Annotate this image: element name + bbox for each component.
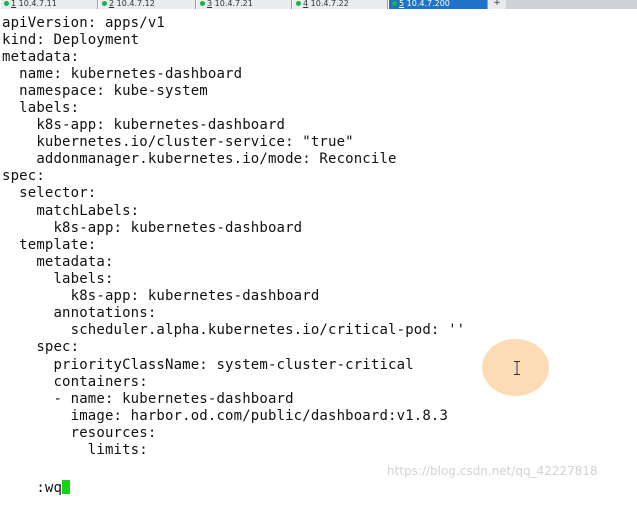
code-line: - name: kubernetes-dashboard (2, 391, 294, 407)
code-line: template: (2, 237, 97, 253)
status-dot-icon (392, 1, 397, 6)
vim-command-line[interactable]: :wq (2, 463, 71, 496)
watermark: https://blog.csdn.net/qq_42227818 (387, 464, 598, 478)
tab-session-4[interactable]: 4 10.4.7.22 (292, 0, 388, 9)
code-line: priorityClassName: system-cluster-critic… (2, 357, 414, 373)
code-line: labels: (2, 271, 114, 287)
code-line: k8s-app: kubernetes-dashboard (2, 117, 286, 133)
code-line: name: kubernetes-dashboard (2, 66, 243, 82)
tab-label: 10.4.7.22 (310, 0, 349, 8)
code-line: selector: (2, 185, 97, 201)
tab-label: 10.4.7.11 (18, 0, 57, 8)
code-line: addonmanager.kubernetes.io/mode: Reconci… (2, 151, 397, 167)
status-dot-icon (296, 1, 301, 6)
terminal-editor[interactable]: apiVersion: apps/v1 kind: Deployment met… (0, 9, 637, 496)
code-line: metadata: (2, 254, 114, 270)
code-line: spec: (2, 168, 45, 184)
tab-label: 10.4.7.12 (116, 0, 155, 8)
new-tab-button[interactable]: + (488, 0, 506, 9)
code-line: metadata: (2, 49, 80, 65)
code-line: k8s-app: kubernetes-dashboard (2, 288, 320, 304)
code-line: kind: Deployment (2, 32, 140, 48)
tab-session-2[interactable]: 2 10.4.7.12 (98, 0, 196, 9)
code-line: kubernetes.io/cluster-service: "true" (2, 134, 354, 150)
code-line: apiVersion: apps/v1 (2, 15, 165, 31)
code-line: namespace: kube-system (2, 83, 208, 99)
tab-session-5[interactable]: 5 10.4.7.200 (388, 0, 488, 9)
code-line: image: harbor.od.com/public/dashboard:v1… (2, 408, 449, 424)
tab-label: 10.4.7.200 (406, 0, 450, 8)
code-line: limits: (2, 442, 148, 458)
command-text: :wq (36, 480, 63, 496)
tab-session-3[interactable]: 3 10.4.7.21 (196, 0, 292, 9)
code-line: matchLabels: (2, 203, 140, 219)
tab-session-1[interactable]: 1 10.4.7.11 (0, 0, 98, 9)
text-cursor-ibeam-icon (514, 361, 520, 375)
status-dot-icon (4, 1, 9, 6)
code-line: annotations: (2, 305, 157, 321)
tab-label: 10.4.7.21 (214, 0, 253, 8)
code-line: scheduler.alpha.kubernetes.io/critical-p… (2, 322, 466, 338)
code-line: labels: (2, 100, 80, 116)
code-line: containers: (2, 374, 148, 390)
code-line: resources: (2, 425, 157, 441)
status-dot-icon (102, 1, 107, 6)
status-dot-icon (200, 1, 205, 6)
code-line: spec: (2, 339, 80, 355)
code-line: k8s-app: kubernetes-dashboard (2, 220, 303, 236)
